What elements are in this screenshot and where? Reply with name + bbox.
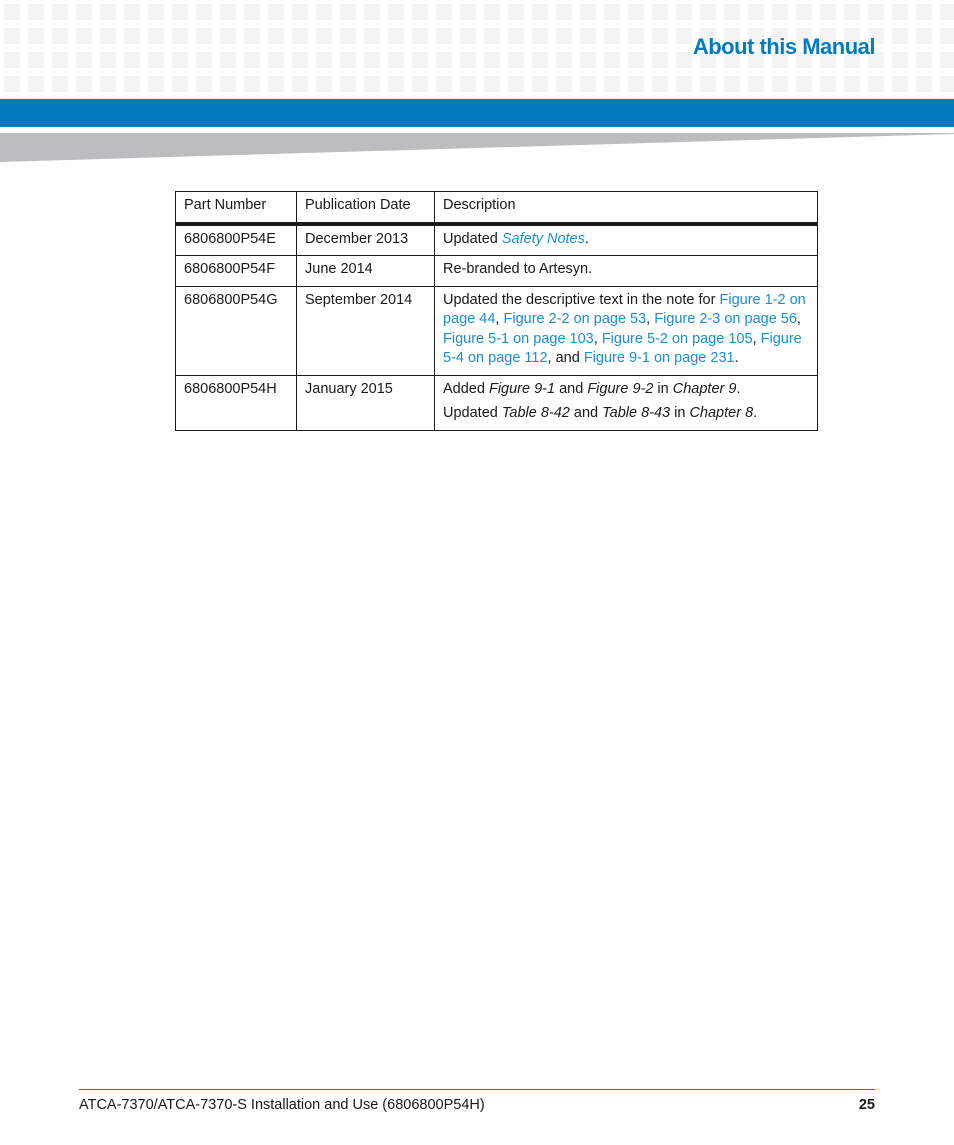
description-cell: Updated the descriptive text in the note… [434, 285, 818, 376]
cross-reference-link[interactable]: Figure 5-1 on page 103 [443, 331, 594, 347]
description-text: . [753, 405, 758, 421]
publication-date-cell: December 2013 [296, 223, 435, 256]
description-text: , [796, 311, 801, 327]
description-text: , [752, 330, 761, 347]
description-text: . [734, 350, 739, 366]
description-text: Re-branded to Artesyn. [443, 261, 593, 277]
description-text: Added [443, 380, 489, 397]
description-line: Updated Table 8-42 and Table 8-43 in Cha… [443, 404, 809, 424]
description-text: , [593, 330, 602, 347]
table-row: 6806800P54H January 2015 Added Figure 9-1 … [175, 374, 818, 431]
footer-divider [79, 1089, 875, 1090]
reference-text: Figure 9-1 [488, 380, 556, 397]
description-line: Updated Safety Notes. [443, 230, 809, 250]
description-cell: Added Figure 9-1 and Figure 9-2 in Chapt… [434, 374, 818, 431]
cross-reference-link[interactable]: Figure 2-2 on page 53 [503, 311, 646, 327]
column-header-part-number: Part Number [175, 191, 297, 226]
revision-history-table: Part Number Publication Date Description… [175, 191, 818, 431]
description-text: , and [547, 350, 584, 366]
description-text: . [584, 230, 589, 247]
table-body: 6806800P54E December 2013 Updated Safety N… [175, 223, 818, 431]
part-number-cell: 6806800P54E [175, 223, 297, 256]
section-title: About this Manual [692, 34, 876, 59]
cross-reference-link[interactable]: Figure 9-1 on page 231 [584, 350, 735, 366]
table-header-row: Part Number Publication Date Description [175, 191, 818, 226]
cross-reference-link[interactable]: Figure 2-3 on page 56 [654, 311, 797, 327]
description-text: Updated the descriptive text in the note… [443, 291, 720, 308]
footer-document-title: ATCA-7370/ATCA-7370-S Installation and U… [79, 1097, 485, 1113]
description-text: and [555, 380, 588, 397]
description-line: Re-branded to Artesyn. [443, 260, 809, 280]
reference-text: Table 8-43 [602, 405, 671, 421]
description-text: and [569, 405, 603, 421]
part-number-cell: 6806800P54F [175, 255, 297, 287]
reference-text: Chapter 8 [689, 405, 754, 421]
description-text: Updated [443, 405, 502, 421]
reference-text: Chapter 9 [672, 380, 737, 397]
reference-text: Table 8-42 [501, 405, 570, 421]
table-row: 6806800P54G September 2014 Updated the des… [175, 285, 818, 376]
table-row: 6806800P54F June 2014 Re-branded to Artesy… [175, 255, 818, 287]
reference-text: Figure 9-2 [587, 380, 654, 397]
description-text: in [670, 405, 690, 421]
description-line: Added Figure 9-1 and Figure 9-2 in Chapt… [443, 380, 809, 400]
description-text: . [736, 380, 741, 397]
description-cell: Re-branded to Artesyn. [434, 255, 818, 287]
column-header-description: Description [434, 191, 818, 226]
description-cell: Updated Safety Notes. [434, 223, 818, 256]
publication-date-cell: January 2015 [296, 374, 435, 431]
page-number: 25 [858, 1097, 875, 1113]
cross-reference-link[interactable]: Figure 5-2 on page 105 [602, 331, 753, 347]
header-blue-bar [0, 99, 954, 127]
column-header-publication-date: Publication Date [296, 191, 435, 226]
description-line: Updated the descriptive text in the note… [443, 291, 809, 369]
cross-reference-link[interactable]: Safety Notes [502, 231, 585, 247]
table-row: 6806800P54E December 2013 Updated Safety N… [175, 223, 818, 256]
part-number-cell: 6806800P54G [175, 285, 297, 376]
publication-date-cell: June 2014 [296, 255, 435, 287]
description-text: Updated [443, 230, 502, 247]
description-text: in [653, 380, 673, 397]
publication-date-cell: September 2014 [296, 285, 435, 376]
header-gray-wedge [0, 133, 954, 162]
part-number-cell: 6806800P54H [175, 374, 297, 431]
